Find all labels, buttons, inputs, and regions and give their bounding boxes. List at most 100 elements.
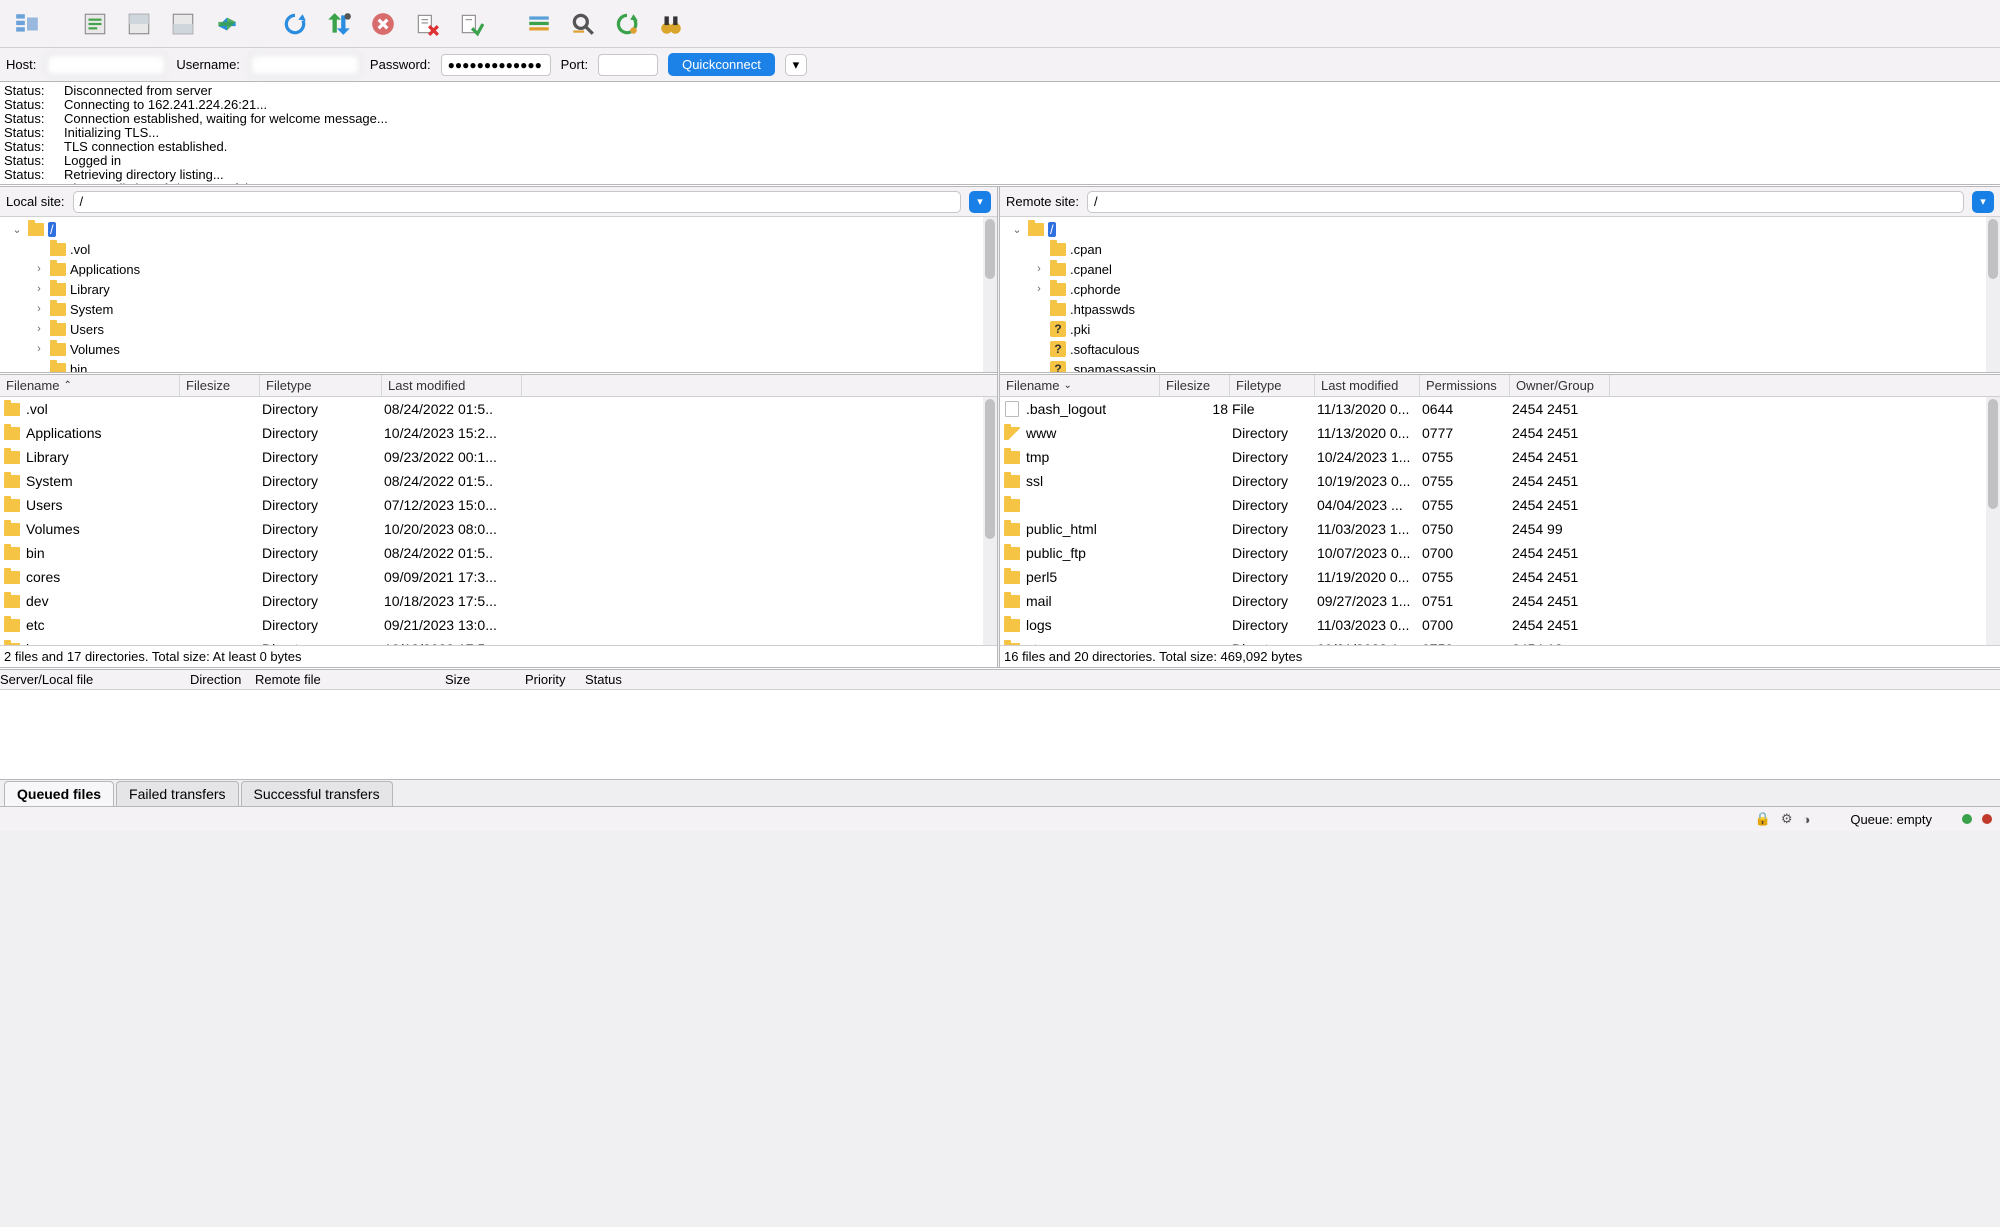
- file-row[interactable]: etcDirectory09/21/2023 1...07502454 12: [1000, 637, 2000, 645]
- help-icon[interactable]: ◑: [1802, 812, 1810, 827]
- file-row[interactable]: Directory04/04/2023 ...07552454 2451: [1000, 493, 2000, 517]
- local-path-dropdown[interactable]: ▾: [969, 191, 991, 213]
- process-queue-icon[interactable]: [322, 7, 356, 41]
- disconnect-icon[interactable]: [410, 7, 444, 41]
- tree-node[interactable]: ›Volumes: [0, 339, 997, 359]
- column-header[interactable]: Last modified: [1315, 375, 1420, 396]
- file-row[interactable]: SystemDirectory08/24/2022 01:5..: [0, 469, 997, 493]
- tree-node[interactable]: bin: [0, 359, 997, 375]
- password-input[interactable]: [441, 54, 551, 76]
- tree-twisty[interactable]: ⌄: [10, 223, 24, 236]
- column-header[interactable]: Last modified: [382, 375, 522, 396]
- file-row[interactable]: mailDirectory09/27/2023 1...07512454 245…: [1000, 589, 2000, 613]
- queue-tab[interactable]: Successful transfers: [241, 781, 393, 806]
- column-header[interactable]: Filetype: [1230, 375, 1315, 396]
- tree-twisty[interactable]: ›: [32, 283, 46, 295]
- remote-path-dropdown[interactable]: ▾: [1972, 191, 1994, 213]
- file-row[interactable]: coresDirectory09/09/2021 17:3...: [0, 565, 997, 589]
- username-input[interactable]: [250, 54, 360, 76]
- tree-node[interactable]: ›.cphorde: [1000, 279, 2000, 299]
- status-log[interactable]: Status:Disconnected from serverStatus:Co…: [0, 82, 2000, 187]
- lock-icon[interactable]: 🔒: [1755, 811, 1771, 827]
- toggle-log-icon[interactable]: [78, 7, 112, 41]
- file-row[interactable]: .bash_logout18File11/13/2020 0...0644245…: [1000, 397, 2000, 421]
- file-row[interactable]: binDirectory08/24/2022 01:5..: [0, 541, 997, 565]
- file-row[interactable]: wwwDirectory11/13/2020 0...07772454 2451: [1000, 421, 2000, 445]
- toggle-queue-icon[interactable]: [166, 7, 200, 41]
- tree-twisty[interactable]: ›: [1032, 263, 1046, 275]
- tree-twisty[interactable]: ⌄: [1010, 223, 1024, 236]
- column-header[interactable]: Permissions: [1420, 375, 1510, 396]
- tree-node[interactable]: ?.spamassassin: [1000, 359, 2000, 375]
- tree-node[interactable]: ⌄/: [1000, 219, 2000, 239]
- file-row[interactable]: ApplicationsDirectory10/24/2023 15:2...: [0, 421, 997, 445]
- scrollbar[interactable]: [1986, 217, 2000, 372]
- cancel-icon[interactable]: [366, 7, 400, 41]
- compare-icon[interactable]: [610, 7, 644, 41]
- queue-tab[interactable]: Queued files: [4, 781, 114, 806]
- quickconnect-history-dropdown[interactable]: ▾: [785, 54, 807, 76]
- quickconnect-button[interactable]: Quickconnect: [668, 53, 775, 76]
- remote-file-list[interactable]: .bash_logout18File11/13/2020 0...0644245…: [1000, 397, 2000, 645]
- settings-icon[interactable]: ⚙: [1781, 811, 1793, 827]
- file-row[interactable]: sslDirectory10/19/2023 0...07552454 2451: [1000, 469, 2000, 493]
- scrollbar[interactable]: [1986, 397, 2000, 645]
- column-header[interactable]: Filename⌄: [1000, 375, 1160, 396]
- tree-twisty[interactable]: ›: [32, 303, 46, 315]
- file-row[interactable]: devDirectory10/18/2023 17:5...: [0, 589, 997, 613]
- tree-node[interactable]: ›Users: [0, 319, 997, 339]
- tree-twisty[interactable]: ›: [32, 343, 46, 355]
- toggle-tree-icon[interactable]: [122, 7, 156, 41]
- tree-twisty[interactable]: ›: [32, 323, 46, 335]
- host-input[interactable]: [46, 54, 166, 76]
- column-header[interactable]: Owner/Group: [1510, 375, 1610, 396]
- search-icon[interactable]: [566, 7, 600, 41]
- tree-node[interactable]: .vol: [0, 239, 997, 259]
- column-header[interactable]: Filename⌃: [0, 375, 180, 396]
- remote-tree[interactable]: ⌄/.cpan›.cpanel›.cphorde.htpasswds?.pki?…: [1000, 217, 2000, 375]
- file-row[interactable]: public_ftpDirectory10/07/2023 0...070024…: [1000, 541, 2000, 565]
- tree-node[interactable]: ?.pki: [1000, 319, 2000, 339]
- file-row[interactable]: UsersDirectory07/12/2023 15:0...: [0, 493, 997, 517]
- queue-tab[interactable]: Failed transfers: [116, 781, 238, 806]
- file-row[interactable]: etcDirectory09/21/2023 13:0...: [0, 613, 997, 637]
- column-header[interactable]: Filesize: [1160, 375, 1230, 396]
- tree-twisty[interactable]: ›: [1032, 283, 1046, 295]
- tree-node[interactable]: ?.softaculous: [1000, 339, 2000, 359]
- filter-icon[interactable]: [522, 7, 556, 41]
- scrollbar[interactable]: [983, 217, 997, 372]
- remote-path-input[interactable]: /: [1087, 191, 1964, 213]
- tree-node[interactable]: ›System: [0, 299, 997, 319]
- tree-twisty[interactable]: ›: [32, 263, 46, 275]
- file-row[interactable]: homeDirectory10/18/2023 17:5...: [0, 637, 997, 645]
- file-row[interactable]: public_htmlDirectory11/03/2023 1...07502…: [1000, 517, 2000, 541]
- local-tree[interactable]: ⌄/.vol›Applications›Library›System›Users…: [0, 217, 997, 375]
- column-header[interactable]: Filetype: [260, 375, 382, 396]
- file-row[interactable]: LibraryDirectory09/23/2022 00:1...: [0, 445, 997, 469]
- file-row[interactable]: tmpDirectory10/24/2023 1...07552454 2451: [1000, 445, 2000, 469]
- column-header[interactable]: Size: [445, 672, 525, 687]
- tree-node[interactable]: .cpan: [1000, 239, 2000, 259]
- column-header[interactable]: Remote file: [255, 672, 445, 687]
- tree-node[interactable]: ›.cpanel: [1000, 259, 2000, 279]
- tree-node[interactable]: ⌄/: [0, 219, 997, 239]
- local-file-list[interactable]: .volDirectory08/24/2022 01:5..Applicatio…: [0, 397, 997, 645]
- file-row[interactable]: .volDirectory08/24/2022 01:5..: [0, 397, 997, 421]
- tree-node[interactable]: ›Applications: [0, 259, 997, 279]
- sync-browse-icon[interactable]: [210, 7, 244, 41]
- file-row[interactable]: logsDirectory11/03/2023 0...07002454 245…: [1000, 613, 2000, 637]
- column-header[interactable]: Direction: [190, 672, 255, 687]
- column-header[interactable]: Status: [585, 672, 745, 687]
- file-row[interactable]: perl5Directory11/19/2020 0...07552454 24…: [1000, 565, 2000, 589]
- column-header[interactable]: Server/Local file: [0, 672, 190, 687]
- refresh-icon[interactable]: [278, 7, 312, 41]
- column-header[interactable]: Filesize: [180, 375, 260, 396]
- local-path-input[interactable]: /: [73, 191, 961, 213]
- port-input[interactable]: [598, 54, 658, 76]
- tree-node[interactable]: .htpasswds: [1000, 299, 2000, 319]
- tree-node[interactable]: ›Library: [0, 279, 997, 299]
- file-row[interactable]: VolumesDirectory10/20/2023 08:0...: [0, 517, 997, 541]
- scrollbar[interactable]: [983, 397, 997, 645]
- column-header[interactable]: Priority: [525, 672, 585, 687]
- reconnect-icon[interactable]: [454, 7, 488, 41]
